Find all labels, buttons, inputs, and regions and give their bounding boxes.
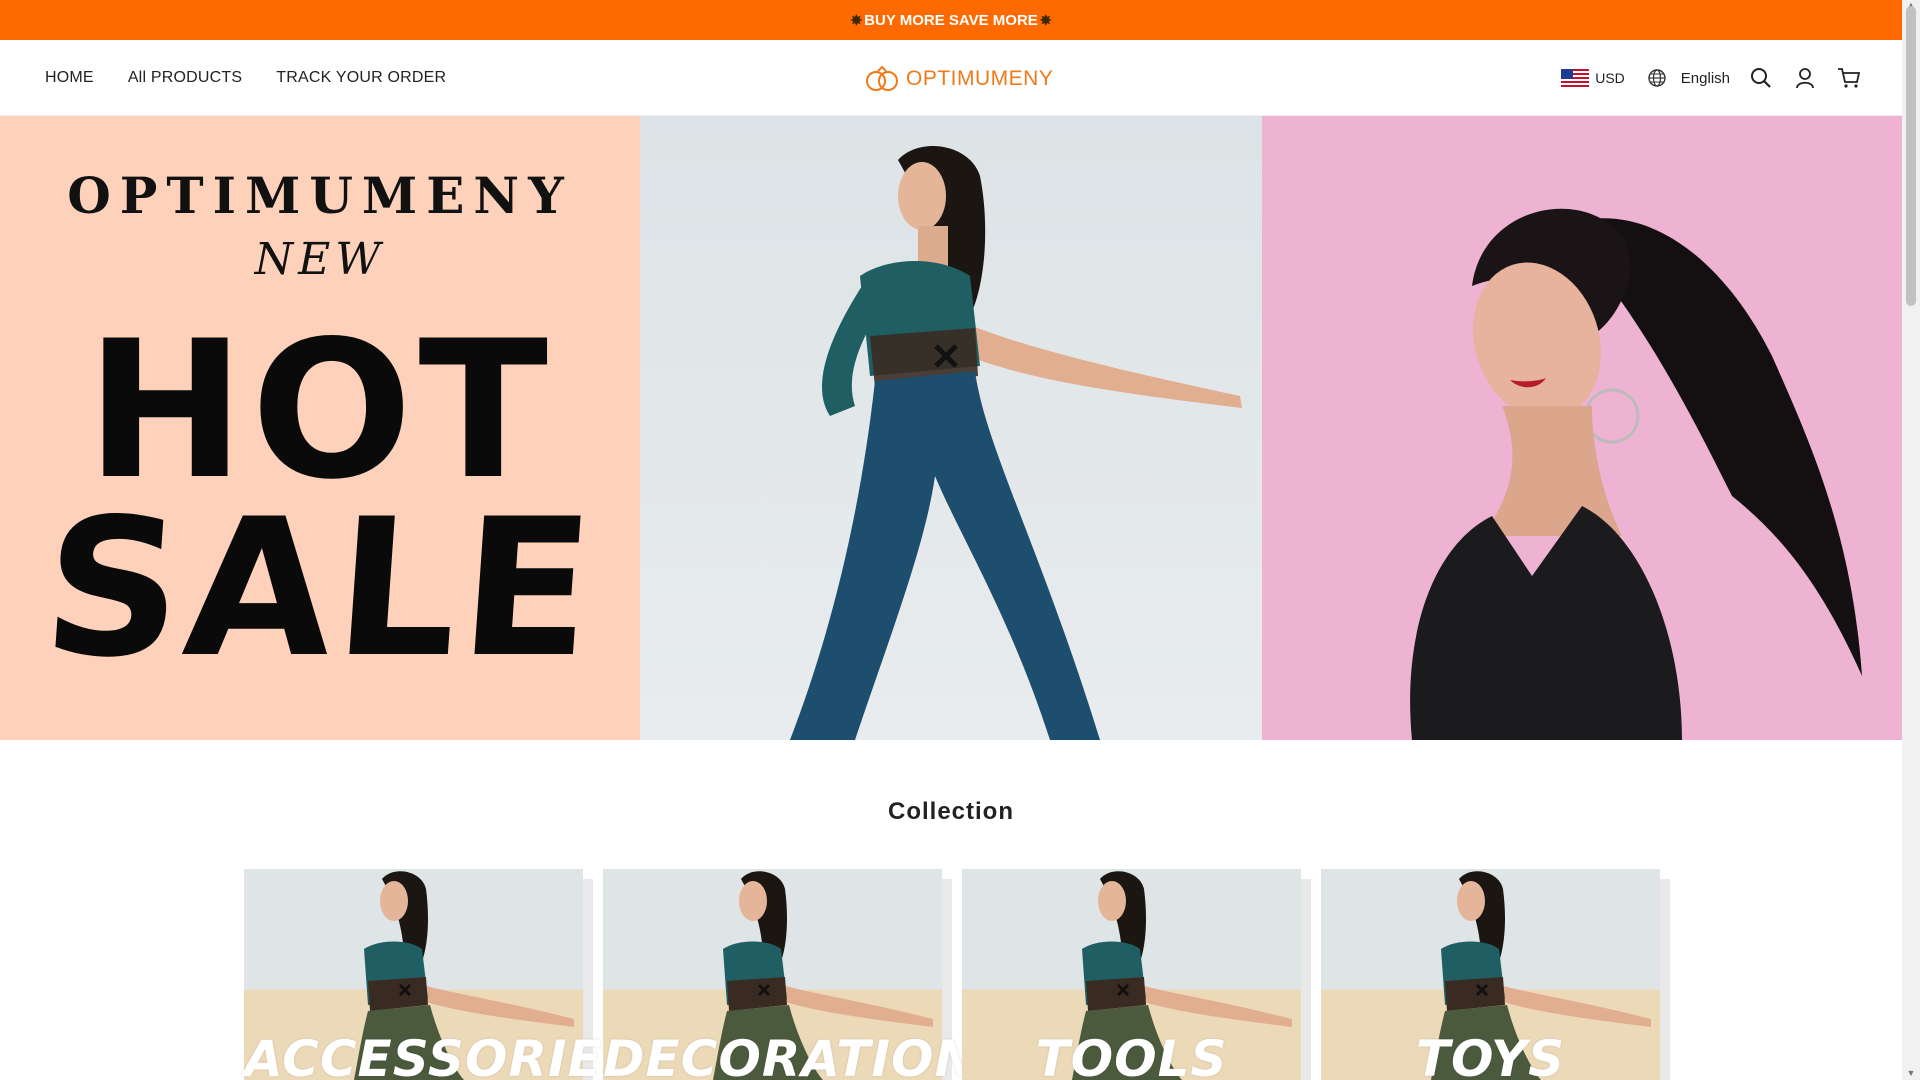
collection-card-decorations[interactable]: DECORATIONS bbox=[603, 869, 1015, 1080]
hero-banner[interactable]: OPTIMUMENY NEW HOT SALE bbox=[0, 116, 1902, 740]
collection-card-label: ACCESSORIES bbox=[244, 1030, 640, 1080]
site-logo[interactable]: OPTIMUMENY bbox=[864, 62, 1053, 96]
collection-card-tools[interactable]: TOOLS bbox=[962, 869, 1311, 1080]
hero-text-panel: OPTIMUMENY NEW HOT SALE bbox=[0, 116, 640, 740]
collection-card-toys[interactable]: TOYS bbox=[1321, 869, 1670, 1080]
collection-grid: ACCESSORIES DECORATIONS TOOLS TOYS bbox=[244, 869, 1670, 1080]
nav-all-products[interactable]: All PRODUCTS bbox=[128, 69, 242, 87]
language-selector[interactable]: English bbox=[1647, 68, 1730, 88]
currency-label: USD bbox=[1595, 70, 1625, 86]
collection-title: Collection bbox=[887, 798, 1014, 825]
main-nav: HOME All PRODUCTS TRACK YOUR ORDER bbox=[45, 40, 446, 116]
currency-selector[interactable]: USD bbox=[1561, 68, 1625, 88]
globe-icon bbox=[1648, 69, 1666, 87]
announcement-bar: ✸ BUY MORE SAVE MORE ✸ bbox=[0, 0, 1902, 40]
search-icon bbox=[1751, 68, 1771, 88]
header-actions: USD English bbox=[1561, 40, 1862, 116]
collection-card-accessories[interactable]: ACCESSORIES bbox=[244, 869, 640, 1080]
collection-card-label: TOOLS bbox=[1035, 1030, 1228, 1080]
collection-card-label: DECORATIONS bbox=[603, 1030, 1015, 1080]
hero-brand: OPTIMUMENY bbox=[67, 166, 573, 225]
site-header: HOME All PRODUCTS TRACK YOUR ORDER OPTIM… bbox=[0, 40, 1902, 116]
language-label: English bbox=[1680, 69, 1730, 87]
collection-card-label: TOYS bbox=[1415, 1030, 1566, 1080]
model-portrait-image bbox=[1410, 208, 1862, 740]
nav-home[interactable]: HOME bbox=[45, 69, 94, 87]
user-icon bbox=[1796, 68, 1814, 89]
account-button[interactable] bbox=[1792, 65, 1818, 91]
hero-photo-dancer bbox=[640, 116, 1262, 740]
cart-icon bbox=[1838, 68, 1861, 88]
cart-button[interactable] bbox=[1836, 65, 1862, 91]
scroll-down-arrow-icon[interactable]: ▼ bbox=[1906, 1068, 1916, 1078]
hero-photo-portrait bbox=[1262, 116, 1902, 740]
nav-track-order[interactable]: TRACK YOUR ORDER bbox=[276, 69, 446, 87]
sparkle-icon: ✸ bbox=[1039, 11, 1052, 28]
page-scrollbar[interactable]: ▲ ▼ bbox=[1902, 0, 1920, 1080]
hero-headline-sale: SALE bbox=[36, 478, 604, 699]
logo-rings-icon bbox=[866, 65, 898, 91]
sparkle-icon: ✸ bbox=[850, 11, 863, 28]
announcement-text: BUY MORE SAVE MORE bbox=[864, 11, 1038, 29]
hero-subtitle: NEW bbox=[254, 234, 386, 285]
model-figure-image bbox=[790, 146, 1242, 740]
scrollbar-thumb[interactable] bbox=[1906, 6, 1916, 306]
logo-text: OPTIMUMENY bbox=[906, 67, 1054, 90]
search-button[interactable] bbox=[1748, 65, 1774, 91]
us-flag-icon bbox=[1561, 68, 1590, 88]
